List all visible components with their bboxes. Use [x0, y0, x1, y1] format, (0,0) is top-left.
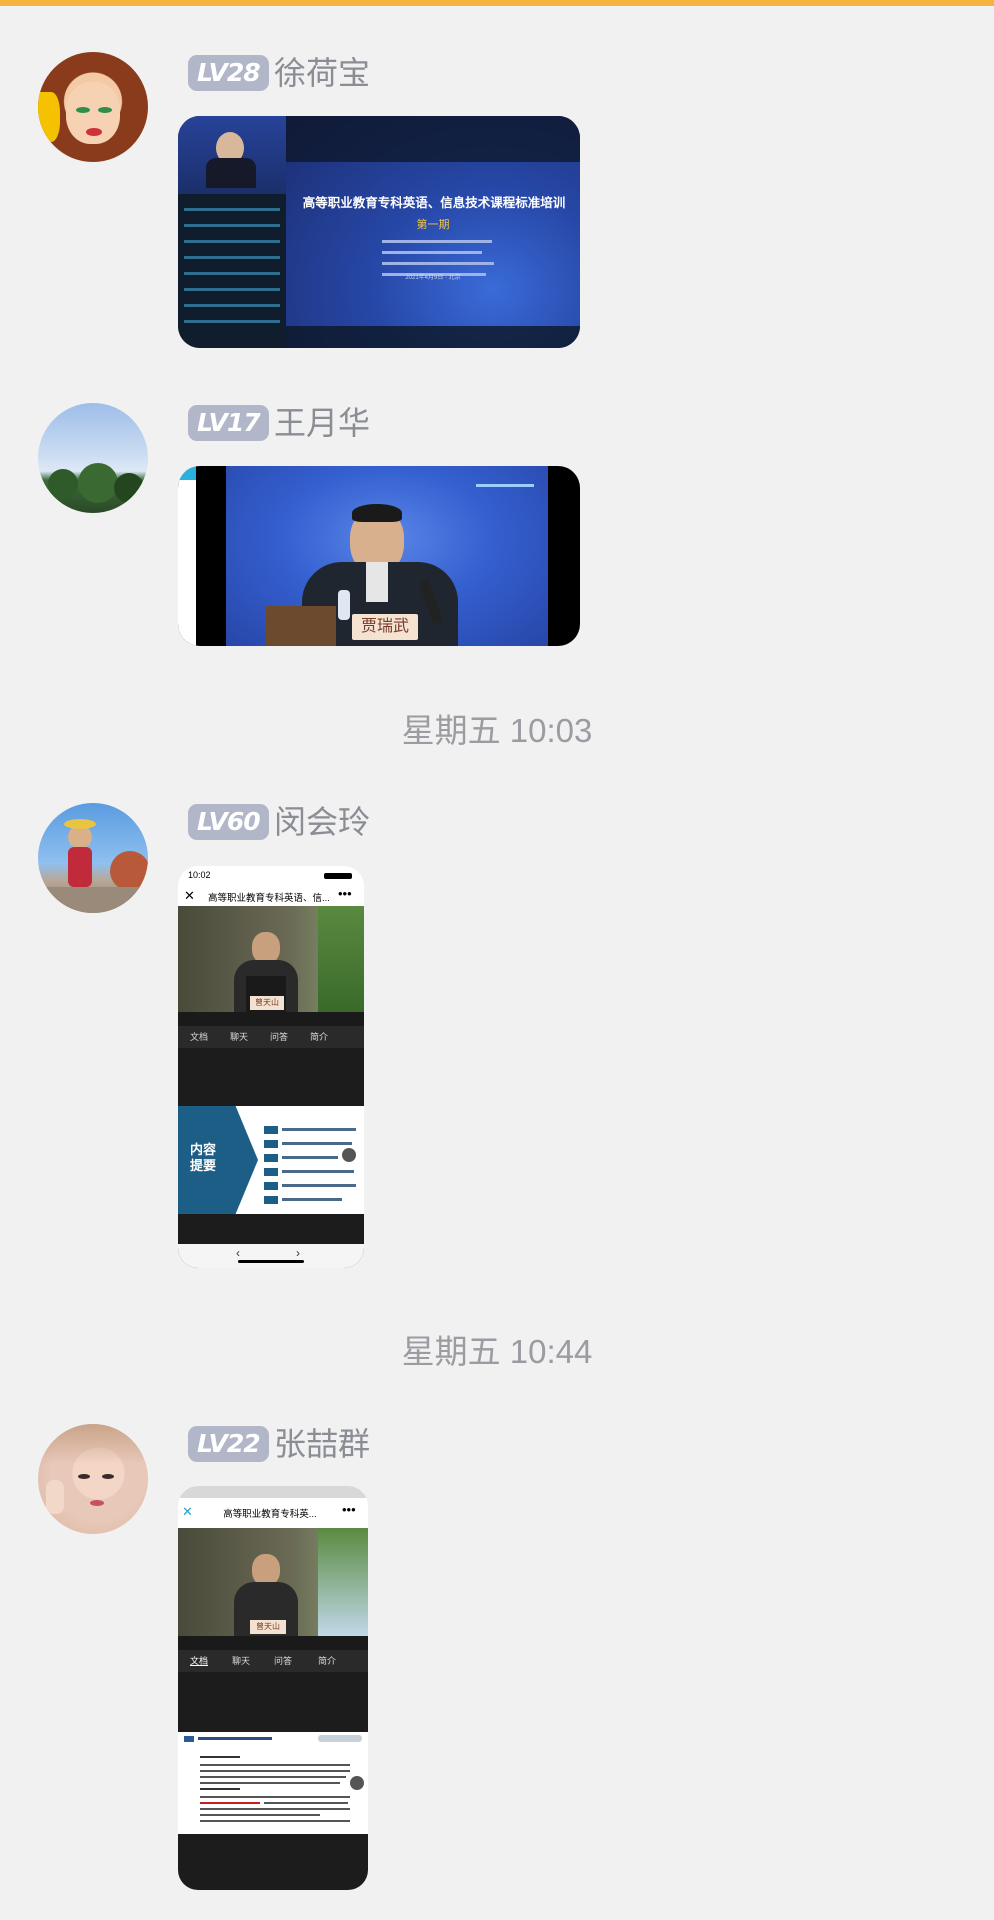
sender-name: 闵会玲: [274, 804, 371, 840]
tab-qa: 问答: [270, 1032, 289, 1042]
slide-title: 高等职业教育专科英语、信息技术课程标准培训: [302, 196, 566, 210]
avatar[interactable]: [38, 1424, 148, 1534]
sender-name: 徐荷宝: [274, 55, 371, 91]
tab-bar: 文档 聊天 问答 简介: [178, 1650, 368, 1672]
video-sidebar: [178, 116, 286, 348]
nameplate: 曾天山: [250, 996, 284, 1010]
image-message[interactable]: ✕ 高等职业教育专科英... ••• 曾天山 文档 聊天 问答 简介: [178, 1486, 368, 1890]
video-frame: 曾天山: [178, 1528, 368, 1636]
page-title: 高等职业教育专科英...: [223, 1509, 317, 1520]
timestamp: 星期五 10:44: [401, 1333, 593, 1370]
tab-chat: 聊天: [230, 1032, 249, 1042]
more-icon: •••: [342, 1502, 356, 1517]
tab-chat: 聊天: [232, 1656, 251, 1666]
level-badge: LV22: [188, 1426, 269, 1462]
level-badge: LV60: [188, 804, 269, 840]
level-badge: LV28: [188, 55, 269, 91]
avatar[interactable]: [38, 52, 148, 162]
document-page: [178, 1732, 368, 1834]
page-title: 高等职业教育专科英语、信...: [208, 893, 330, 904]
tab-intro: 简介: [318, 1656, 337, 1666]
tab-qa: 问答: [274, 1656, 293, 1666]
sender-name: 张喆群: [274, 1426, 371, 1462]
video-frame: 贾瑞武: [226, 466, 548, 646]
level-badge: LV17: [188, 405, 269, 441]
timestamp: 星期五 10:03: [401, 712, 593, 749]
back-icon: ‹: [236, 1246, 240, 1260]
nameplate: 贾瑞武: [352, 614, 418, 640]
tab-bar: 文档 聊天 问答 简介: [178, 1026, 364, 1048]
video-frame: 曾天山: [178, 906, 364, 1012]
image-message[interactable]: 贾瑞武: [178, 466, 580, 646]
image-message[interactable]: 高等职业教育专科英语、信息技术课程标准培训 第一期 2021年4月9日 · 北京: [178, 116, 580, 348]
image-message[interactable]: 10:02 ✕ 高等职业教育专科英语、信... ••• 曾天山 文档 聊天 问答…: [178, 866, 364, 1268]
tab-docs: 文档: [190, 1032, 209, 1042]
close-icon: ✕: [184, 888, 195, 903]
content-panel: 内容 提要: [178, 1106, 364, 1214]
status-icons: [324, 873, 352, 879]
tab-intro: 简介: [310, 1032, 329, 1042]
sender-name: 王月华: [274, 405, 371, 441]
tab-docs: 文档: [190, 1656, 209, 1666]
panel-title: 内容 提要: [190, 1142, 217, 1173]
slide: 高等职业教育专科英语、信息技术课程标准培训 第一期 2021年4月9日 · 北京: [286, 116, 580, 348]
slide-date: 2021年4月9日 · 北京: [405, 275, 461, 281]
status-time: 10:02: [188, 870, 211, 880]
avatar[interactable]: [38, 403, 148, 513]
slide-subtitle: 第一期: [416, 219, 450, 231]
more-icon: •••: [338, 886, 352, 901]
avatar[interactable]: [38, 803, 148, 913]
forward-icon: ›: [296, 1246, 300, 1260]
close-icon: ✕: [182, 1504, 193, 1519]
nameplate: 曾天山: [250, 1620, 286, 1634]
top-accent-bar: [0, 0, 994, 6]
